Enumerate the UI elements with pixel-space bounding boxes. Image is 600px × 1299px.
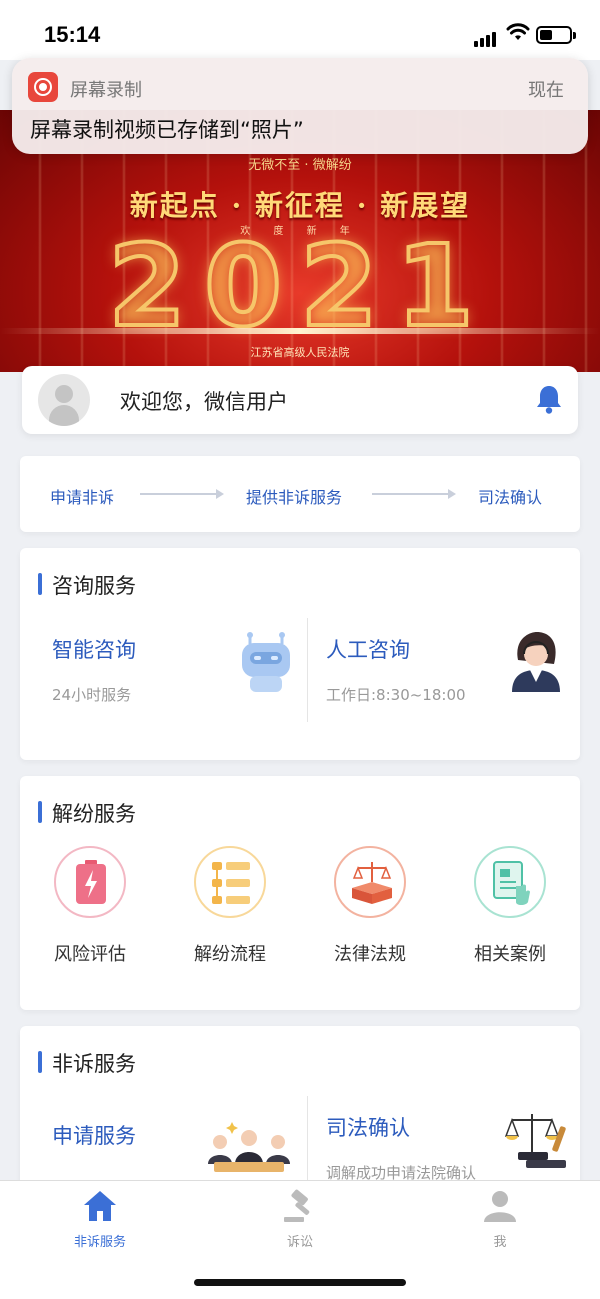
tab-nonlitigation-label: 非诉服务: [73, 1235, 126, 1250]
banner-top-text: 无微不至 · 微解纷: [248, 158, 352, 173]
screen-recording-notification[interactable]: 屏幕录制 现在 屏幕录制视频已存储到“照片”: [12, 58, 588, 154]
risk-assessment-item[interactable]: 风险评估: [50, 846, 130, 966]
dispute-process-item[interactable]: 解纷流程: [190, 846, 270, 966]
notification-app-name: 屏幕录制: [70, 80, 142, 101]
law-book-icon: [334, 846, 406, 918]
flow-arrow-2: [372, 489, 456, 499]
tab-nonlitigation[interactable]: 非诉服务: [40, 1189, 160, 1250]
bell-icon[interactable]: [536, 384, 562, 414]
related-cases-label: 相关案例: [474, 944, 546, 965]
avatar[interactable]: [38, 374, 90, 426]
meeting-people-icon: [208, 1122, 290, 1172]
section-title-dispute: 解纷服务: [38, 798, 136, 828]
screen-recording-icon: [28, 72, 58, 102]
user-icon: [484, 1191, 516, 1222]
battery-risk-icon: [54, 846, 126, 918]
consult-services-section: 咨询服务 智能咨询 24小时服务 人工咨询 工作日:8:30~18:00: [20, 548, 580, 760]
flow-step-provide: 提供非诉服务: [246, 488, 343, 507]
related-cases-item[interactable]: 相关案例: [470, 846, 550, 966]
notification-message: 屏幕录制视频已存储到“照片”: [30, 118, 304, 142]
consult-divider: [307, 618, 308, 722]
laws-regulations-item[interactable]: 法律法规: [330, 846, 410, 966]
process-flow: 申请非诉 提供非诉服务 司法确认: [20, 456, 580, 532]
banner-slogan: 新起点 · 新征程 · 新展望: [129, 189, 471, 222]
home-icon: [84, 1191, 116, 1221]
human-consult-title: 人工咨询: [326, 638, 410, 662]
wifi-icon: [506, 23, 530, 40]
section-title-consult: 咨询服务: [38, 570, 136, 600]
battery-icon: [536, 26, 576, 44]
tab-me-label: 我: [493, 1235, 507, 1250]
home-indicator[interactable]: [194, 1279, 406, 1286]
robot-icon: [242, 632, 290, 692]
banner-organization: 江苏省高级人民法院: [250, 346, 350, 359]
customer-service-agent-icon: [512, 632, 560, 692]
human-consult-subtitle: 工作日:8:30~18:00: [326, 686, 466, 704]
risk-assessment-label: 风险评估: [54, 944, 126, 965]
flow-step-apply: 申请非诉: [50, 488, 115, 507]
judicial-confirm-title: 司法确认: [326, 1116, 410, 1140]
flow-step-confirm: 司法确认: [478, 488, 543, 507]
status-bar: 15:14: [0, 0, 600, 60]
welcome-card[interactable]: 欢迎您，微信用户: [22, 366, 578, 434]
status-time: 15:14: [44, 22, 101, 47]
case-document-icon: [474, 846, 546, 918]
dispute-process-label: 解纷流程: [194, 944, 266, 965]
tab-litigation-label: 诉讼: [286, 1235, 313, 1250]
laws-regulations-label: 法律法规: [334, 944, 406, 965]
cellular-signal-icon: [474, 28, 498, 47]
tab-me[interactable]: 我: [440, 1189, 560, 1250]
flow-arrow-1: [140, 489, 224, 499]
flowchart-icon: [194, 846, 266, 918]
smart-consult-title: 智能咨询: [52, 638, 136, 662]
banner-glow: [0, 328, 600, 334]
notification-time: 现在: [528, 80, 564, 101]
tab-litigation[interactable]: 诉讼: [240, 1189, 360, 1250]
smart-consult-subtitle: 24小时服务: [52, 686, 132, 704]
justice-scale-icon: [504, 1114, 566, 1168]
gavel-icon: [284, 1189, 310, 1222]
section-title-nonlitigation: 非诉服务: [38, 1048, 136, 1078]
welcome-text: 欢迎您，微信用户: [120, 390, 288, 414]
dispute-services-section: 解纷服务 风险评估 解纷流程 法律法规 相关案例: [20, 776, 580, 1010]
apply-service-title: 申请服务: [52, 1124, 136, 1148]
